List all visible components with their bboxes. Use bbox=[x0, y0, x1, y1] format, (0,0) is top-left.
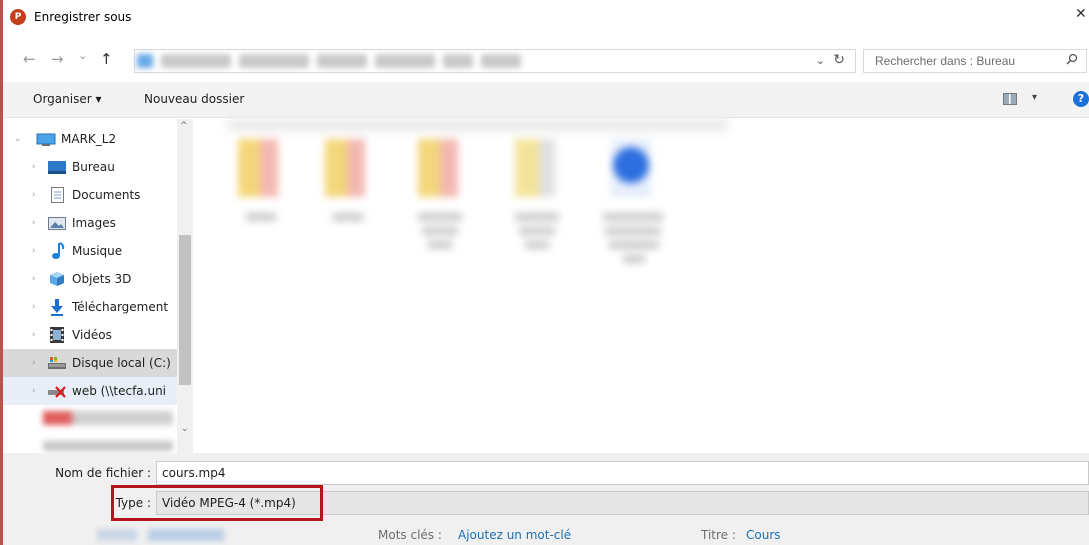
address-bar[interactable]: ⌄ ↻ bbox=[134, 49, 856, 73]
scroll-thumb[interactable] bbox=[179, 235, 191, 385]
view-options-icon[interactable] bbox=[1003, 93, 1017, 105]
close-button[interactable]: ✕ bbox=[1075, 6, 1089, 26]
blurred-file-item[interactable] bbox=[305, 125, 391, 275]
nav-item-bureau[interactable]: › Bureau bbox=[3, 153, 177, 181]
blurred-file-item[interactable] bbox=[591, 125, 677, 275]
nav-item-label: Images bbox=[72, 216, 116, 230]
title-bar: P Enregistrer sous ✕ bbox=[3, 0, 1089, 34]
nav-item-label: Bureau bbox=[72, 160, 115, 174]
expand-chevron-icon[interactable]: › bbox=[32, 246, 36, 256]
expand-chevron-icon[interactable]: › bbox=[32, 358, 36, 368]
computer-icon bbox=[36, 133, 56, 147]
expand-chevron-icon[interactable]: › bbox=[32, 190, 36, 200]
nav-item-label: Musique bbox=[72, 244, 123, 258]
drive-icon bbox=[48, 357, 66, 371]
expand-chevron-icon[interactable]: › bbox=[32, 386, 36, 396]
search-box[interactable] bbox=[863, 49, 1087, 73]
new-folder-button[interactable]: Nouveau dossier bbox=[144, 92, 244, 106]
title-value[interactable]: Cours bbox=[746, 528, 781, 542]
nav-item-telechargement[interactable]: › Téléchargement bbox=[3, 293, 177, 321]
address-dropdown-icon[interactable]: ⌄ bbox=[816, 54, 825, 67]
nav-item-label: Disque local (C:) bbox=[72, 356, 171, 370]
scroll-down-icon[interactable]: ⌄ bbox=[181, 424, 189, 434]
expand-chevron-icon[interactable]: › bbox=[32, 218, 36, 228]
organize-button[interactable]: Organiser ▾ bbox=[33, 92, 101, 106]
navigation-pane: ⌄ MARK_L2 › Bureau › Documents › Images … bbox=[3, 119, 193, 453]
help-icon[interactable]: ? bbox=[1073, 91, 1089, 107]
document-icon bbox=[51, 187, 69, 203]
expand-chevron-icon[interactable]: › bbox=[32, 274, 36, 284]
keywords-label: Mots clés : bbox=[378, 528, 442, 542]
objects-3d-icon bbox=[49, 271, 67, 286]
nav-item-documents[interactable]: › Documents bbox=[3, 181, 177, 209]
nav-item-web-network[interactable]: › web (\\tecfa.uni bbox=[3, 377, 177, 405]
nav-item-mark-l2[interactable]: ⌄ MARK_L2 bbox=[3, 125, 177, 153]
add-keyword-link[interactable]: Ajoutez un mot-clé bbox=[458, 528, 571, 542]
blurred-path bbox=[137, 54, 577, 70]
blurred-nav-item bbox=[43, 441, 173, 451]
nav-item-label: web (\\tecfa.uni bbox=[72, 384, 167, 398]
nav-item-musique[interactable]: › Musique bbox=[3, 237, 177, 265]
command-toolbar: Organiser ▾ Nouveau dossier ▾ ? bbox=[3, 82, 1089, 118]
nav-item-objets-3d[interactable]: › Objets 3D bbox=[3, 265, 177, 293]
blurred-file-item[interactable] bbox=[495, 125, 581, 275]
forward-arrow-icon[interactable]: → bbox=[51, 51, 64, 67]
images-icon bbox=[48, 217, 66, 231]
nav-item-label: MARK_L2 bbox=[61, 132, 117, 146]
nav-item-label: Objets 3D bbox=[72, 272, 132, 286]
blurred-file-item[interactable] bbox=[218, 125, 304, 275]
filename-label: Nom de fichier : bbox=[55, 466, 151, 480]
search-input[interactable] bbox=[875, 51, 1055, 71]
video-icon bbox=[50, 327, 68, 343]
powerpoint-icon: P bbox=[10, 9, 26, 25]
desktop-icon bbox=[48, 161, 66, 175]
expand-chevron-icon[interactable]: ⌄ bbox=[14, 134, 22, 144]
nav-item-videos[interactable]: › Vidéos bbox=[3, 321, 177, 349]
filename-field[interactable] bbox=[156, 461, 1089, 485]
recent-locations-chevron-icon[interactable]: ⌄ bbox=[78, 48, 87, 64]
nav-item-images[interactable]: › Images bbox=[3, 209, 177, 237]
expand-chevron-icon[interactable]: › bbox=[32, 162, 36, 172]
download-icon bbox=[50, 298, 68, 316]
view-dropdown-chevron-icon[interactable]: ▾ bbox=[1032, 92, 1037, 103]
up-arrow-icon[interactable]: ↑ bbox=[100, 51, 113, 67]
title-label: Titre : bbox=[701, 528, 736, 542]
address-row: ← → ⌄ ↑ ⌄ ↻ bbox=[3, 42, 1089, 78]
blurred-meta bbox=[148, 529, 224, 541]
navpane-scrollbar[interactable]: ^ ⌄ bbox=[177, 119, 193, 453]
blurred-meta bbox=[97, 529, 137, 541]
refresh-icon[interactable]: ↻ bbox=[833, 52, 845, 68]
back-arrow-icon[interactable]: ← bbox=[23, 51, 36, 67]
nav-item-label: Vidéos bbox=[72, 328, 112, 342]
network-drive-disconnected-icon bbox=[48, 385, 66, 399]
expand-chevron-icon[interactable]: › bbox=[32, 330, 36, 340]
music-icon bbox=[51, 242, 69, 259]
search-icon[interactable] bbox=[1066, 53, 1078, 69]
annotation-highlight-box bbox=[111, 485, 323, 521]
save-form: Nom de fichier : Type : Vidéo MPEG-4 (*.… bbox=[3, 453, 1089, 545]
blurred-nav-item bbox=[43, 411, 173, 425]
window-title: Enregistrer sous bbox=[34, 10, 132, 24]
file-list-area[interactable] bbox=[193, 119, 1089, 453]
nav-item-label: Téléchargement bbox=[72, 300, 169, 314]
nav-item-disque-local[interactable]: › Disque local (C:) bbox=[3, 349, 177, 377]
expand-chevron-icon[interactable]: › bbox=[32, 302, 36, 312]
scroll-up-icon[interactable]: ^ bbox=[180, 121, 188, 131]
blurred-file-item[interactable] bbox=[398, 125, 484, 275]
nav-item-label: Documents bbox=[72, 188, 141, 202]
